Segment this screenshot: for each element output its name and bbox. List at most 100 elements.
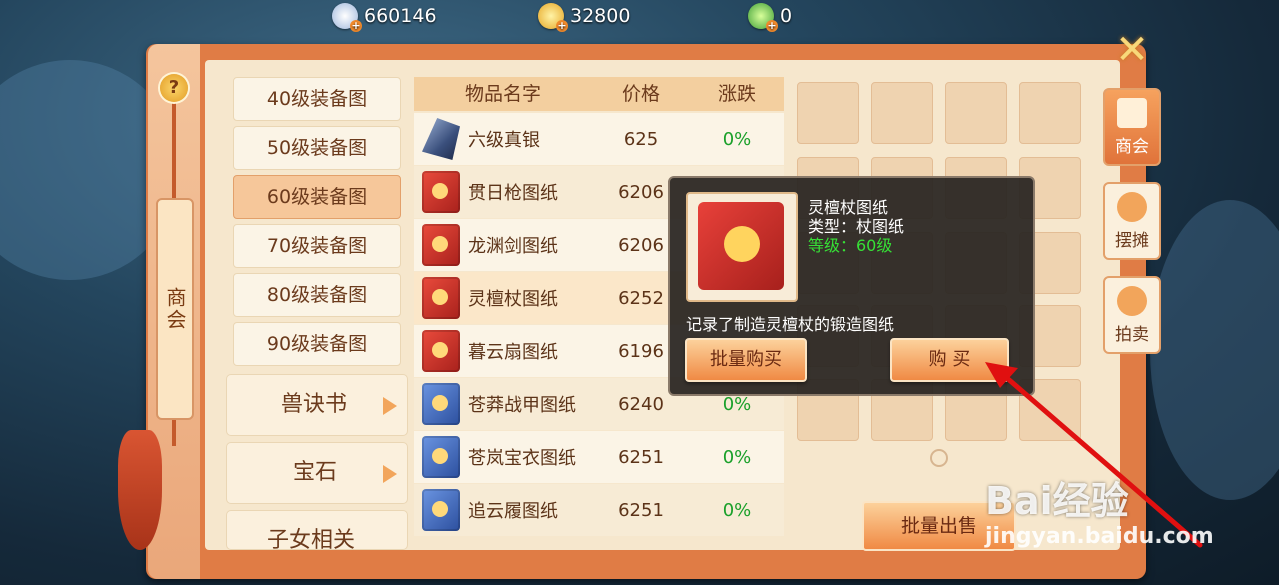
buy-button[interactable]: 购 买 <box>890 338 1009 382</box>
category-group-gems[interactable]: 宝石 <box>226 442 408 504</box>
rope-decoration <box>172 102 176 198</box>
ore-icon <box>422 118 460 160</box>
inventory-slot[interactable] <box>945 82 1007 144</box>
red-book-icon <box>422 224 460 266</box>
header-change: 涨跌 <box>717 83 756 105</box>
inventory-slot[interactable] <box>797 82 859 144</box>
item-name: 六级真银 <box>468 130 540 151</box>
tab-stall[interactable]: 摆摊 <box>1103 182 1161 260</box>
header-price: 价格 <box>621 83 660 105</box>
close-icon[interactable]: ✕ <box>1111 30 1153 70</box>
item-name-cell: 贯日枪图纸 <box>414 171 592 213</box>
item-name: 贯日枪图纸 <box>468 183 558 204</box>
item-change: 0% <box>722 446 752 468</box>
plus-icon[interactable]: + <box>556 20 568 32</box>
blue-book-icon <box>422 436 460 478</box>
item-name: 暮云扇图纸 <box>468 342 558 363</box>
category-80[interactable]: 80级装备图 <box>233 273 401 317</box>
item-change: 0% <box>722 128 752 150</box>
tooltip-description: 记录了制造灵檀杖的锻造图纸 <box>686 315 895 334</box>
jade-coin-icon: + <box>748 3 778 32</box>
item-name-cell: 龙渊剑图纸 <box>414 224 592 266</box>
blue-book-icon <box>422 383 460 425</box>
item-change: 0% <box>722 393 752 415</box>
help-button[interactable]: ? <box>160 74 188 102</box>
watermark-logo: Bai经验 <box>985 479 1129 523</box>
page-indicator <box>930 449 948 467</box>
category-50[interactable]: 50级装备图 <box>233 126 401 170</box>
tab-commerce-vertical[interactable]: 商会 <box>156 198 194 420</box>
item-name-cell: 灵檀杖图纸 <box>414 277 592 319</box>
item-name-cell: 暮云扇图纸 <box>414 330 592 372</box>
category-group-children[interactable]: 子女相关 <box>226 510 408 550</box>
tab-commerce[interactable]: 商会 <box>1103 88 1161 166</box>
table-row[interactable]: 苍岚宝衣图纸 6251 0% <box>414 431 784 483</box>
tab-label: 商会 <box>1115 137 1149 157</box>
book-emblem <box>724 226 760 262</box>
category-group-beast-books[interactable]: 兽诀书 <box>226 374 408 436</box>
item-icon <box>686 192 798 302</box>
book-emblem <box>432 289 448 305</box>
inventory-slot[interactable] <box>871 82 933 144</box>
jade-amount: 0 <box>780 5 793 27</box>
red-book-icon <box>422 330 460 372</box>
gavel-icon <box>1117 286 1147 316</box>
book-emblem <box>432 236 448 252</box>
background-light <box>1150 200 1279 500</box>
blue-book-icon <box>422 489 460 531</box>
tab-label: 摆摊 <box>1115 231 1149 251</box>
tassel-decoration <box>118 430 162 550</box>
watermark-url: jingyan.baidu.com <box>985 524 1214 549</box>
table-header: 物品名字 价格 涨跌 <box>414 77 784 111</box>
category-60[interactable]: 60级装备图 <box>233 175 401 219</box>
item-price: 6240 <box>618 393 664 415</box>
silver-currency[interactable]: + 660146 <box>332 2 437 32</box>
item-price: 6251 <box>618 499 664 521</box>
item-name-cell: 追云履图纸 <box>414 489 592 531</box>
item-name: 龙渊剑图纸 <box>468 236 558 257</box>
bulk-buy-button[interactable]: 批量购买 <box>685 338 807 382</box>
category-40[interactable]: 40级装备图 <box>233 77 401 121</box>
header-name: 物品名字 <box>464 83 541 105</box>
book-emblem <box>432 342 448 358</box>
item-name-cell: 苍莽战甲图纸 <box>414 383 592 425</box>
plus-icon[interactable]: + <box>350 20 362 32</box>
item-name: 灵檀杖图纸 <box>468 289 558 310</box>
item-change: 0% <box>722 499 752 521</box>
tooltip-level: 等级：60级 <box>808 236 893 255</box>
gold-amount: 32800 <box>570 5 631 27</box>
category-90[interactable]: 90级装备图 <box>233 322 401 366</box>
gold-currency[interactable]: + 32800 <box>538 2 631 32</box>
book-emblem <box>432 395 448 411</box>
expand-arrow-icon <box>383 465 397 483</box>
gold-coin-icon: + <box>538 3 568 32</box>
category-group-label: 子女相关 <box>267 528 356 550</box>
red-book-icon <box>422 277 460 319</box>
inventory-slot[interactable] <box>1019 82 1081 144</box>
book-emblem <box>432 183 448 199</box>
red-book-icon <box>698 202 784 290</box>
book-emblem <box>432 501 448 517</box>
plus-icon[interactable]: + <box>766 20 778 32</box>
coins-icon <box>1117 192 1147 222</box>
table-row[interactable]: 追云履图纸 6251 0% <box>414 484 784 536</box>
book-emblem <box>432 448 448 464</box>
expand-arrow-icon <box>383 397 397 415</box>
item-name: 苍岚宝衣图纸 <box>468 448 576 469</box>
tab-label: 拍卖 <box>1115 325 1149 345</box>
item-name: 苍莽战甲图纸 <box>468 395 576 416</box>
item-name-cell: 苍岚宝衣图纸 <box>414 436 592 478</box>
rope-decoration <box>172 416 176 446</box>
item-name-cell: 六级真银 <box>414 118 592 160</box>
commerce-icon <box>1117 98 1147 128</box>
item-name: 追云履图纸 <box>468 501 558 522</box>
jade-currency[interactable]: + 0 <box>748 2 793 32</box>
category-70[interactable]: 70级装备图 <box>233 224 401 268</box>
tab-auction[interactable]: 拍卖 <box>1103 276 1161 354</box>
red-book-icon <box>422 171 460 213</box>
item-price: 625 <box>623 128 659 150</box>
item-price: 6251 <box>618 446 664 468</box>
silver-coin-icon: + <box>332 3 362 32</box>
category-group-label: 宝石 <box>293 460 338 485</box>
table-row[interactable]: 六级真银 625 0% <box>414 113 784 165</box>
